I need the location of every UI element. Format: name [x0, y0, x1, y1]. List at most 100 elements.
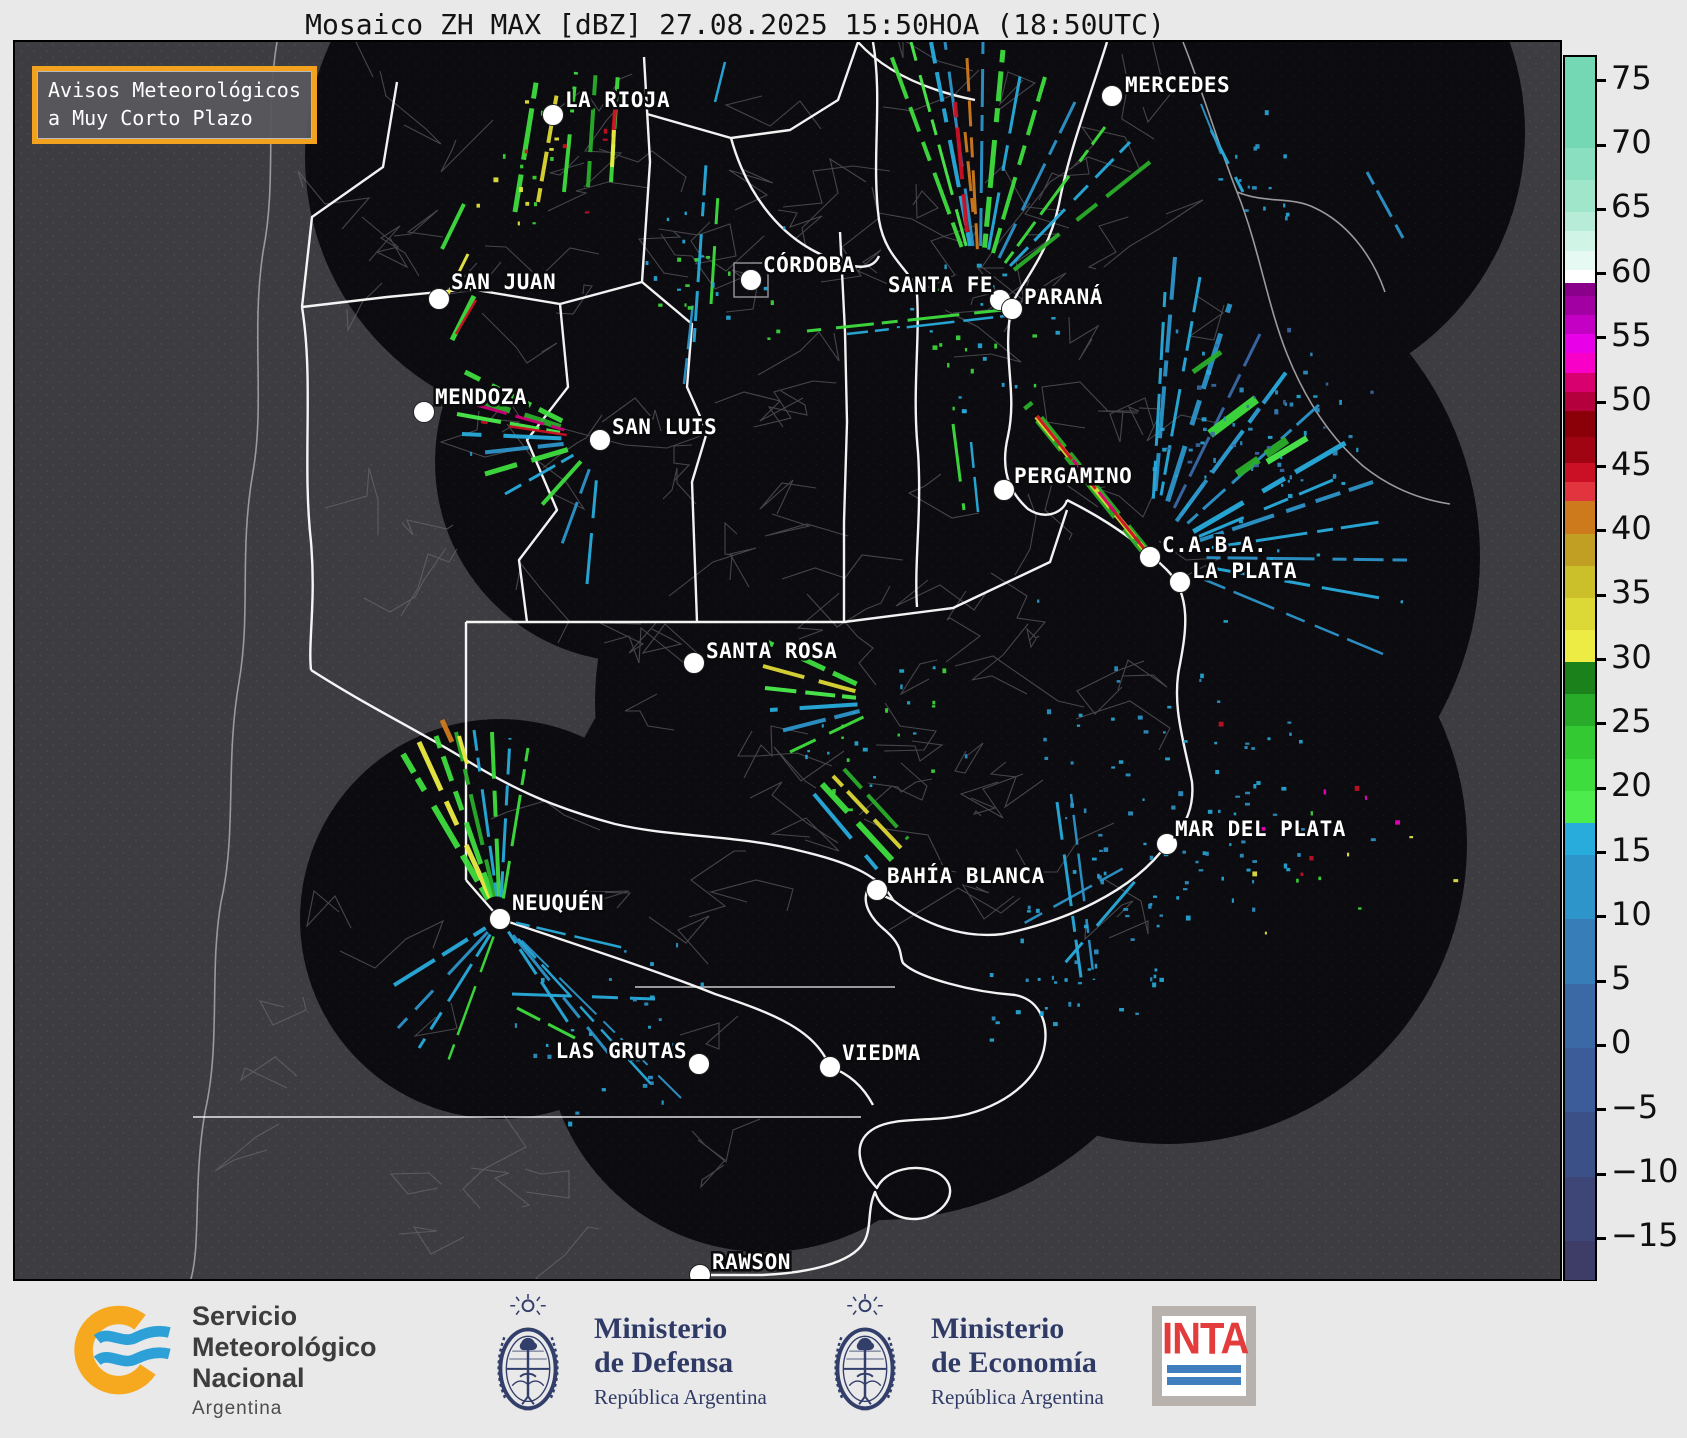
city-label: C.A.B.A.	[1162, 533, 1267, 557]
colorbar-segment	[1565, 983, 1595, 1049]
economia-line1: Ministerio	[931, 1312, 1065, 1345]
city-dot	[428, 288, 450, 310]
city-dot	[689, 1264, 711, 1279]
colorbar-segment	[1565, 249, 1595, 270]
coat-of-arms-icon	[478, 1290, 578, 1428]
colorbar-tick-label: 25	[1611, 701, 1652, 740]
colorbar-tick	[1597, 1236, 1606, 1240]
city-dot	[683, 652, 705, 674]
alert-banner[interactable]: Avisos Meteorológicos a Muy Corto Plazo	[32, 66, 317, 144]
colorbar-segment	[1565, 481, 1595, 502]
colorbar-segment	[1565, 230, 1595, 251]
colorbar-tick	[1597, 79, 1606, 83]
city-label: PERGAMINO	[1014, 464, 1132, 488]
colorbar-tick	[1597, 529, 1606, 533]
colorbar-tick	[1597, 786, 1606, 790]
colorbar-tick	[1597, 915, 1606, 919]
city-dot	[542, 104, 564, 126]
colorbar-tick-label: 40	[1611, 508, 1652, 547]
city-dot	[993, 479, 1015, 501]
defensa-subtitle: República Argentina	[594, 1385, 767, 1409]
defensa-line2: de Defensa	[594, 1346, 734, 1379]
city-label: SANTA ROSA	[706, 639, 837, 663]
colorbar-tick-label: 50	[1611, 380, 1652, 419]
colorbar-segment	[1565, 532, 1595, 566]
colorbar-tick	[1597, 1108, 1606, 1112]
economia-line2: de Economía	[931, 1346, 1097, 1379]
colorbar-tick	[1597, 722, 1606, 726]
smn-name-line3: Nacional	[192, 1363, 305, 1393]
smn-name-line1: Servicio	[192, 1301, 298, 1331]
city-label: PARANÁ	[1024, 284, 1103, 309]
city-label: LAS GRUTAS	[556, 1039, 687, 1063]
colorbar-segment	[1565, 790, 1595, 823]
colorbar-segment	[1565, 269, 1595, 283]
colorbar-segment	[1565, 372, 1595, 393]
colorbar-segment	[1565, 294, 1595, 315]
smn-country: Argentina	[192, 1398, 283, 1419]
colorbar-tick-label: 35	[1611, 573, 1652, 612]
colorbar-tick-label: −10	[1611, 1152, 1679, 1191]
city-label: MENDOZA	[435, 385, 527, 409]
city-label: CÓRDOBA	[763, 252, 855, 277]
colorbar-tick-label: 0	[1611, 1023, 1632, 1062]
colorbar-tick-label: 15	[1611, 830, 1652, 869]
city-label: LA RIOJA	[565, 88, 670, 112]
coat-of-arms-icon	[815, 1290, 915, 1428]
colorbar-tick-label: 10	[1611, 894, 1652, 933]
colorbar-segment	[1565, 758, 1595, 791]
colorbar-segment	[1565, 822, 1595, 856]
colorbar-tick	[1597, 400, 1606, 404]
colorbar-tick	[1597, 593, 1606, 597]
colorbar-tick	[1597, 851, 1606, 855]
inta-logo: INTA	[1152, 1306, 1256, 1406]
colorbar-tick	[1597, 465, 1606, 469]
alert-banner-line2: a Muy Corto Plazo	[48, 106, 253, 130]
city-dot	[740, 269, 762, 291]
city-dot	[489, 908, 511, 930]
colorbar-segment	[1565, 57, 1595, 148]
colorbar-segment	[1565, 314, 1595, 335]
colorbar-segment	[1565, 1240, 1595, 1280]
radar-map: MERCEDES LA RIOJA SAN JUAN CÓRDOBA SANTA FE P…	[13, 40, 1562, 1281]
city-dot	[413, 401, 435, 423]
dbz-colorbar	[1563, 55, 1597, 1281]
colorbar-tick-label: 55	[1611, 315, 1652, 354]
city-label: SAN LUIS	[612, 415, 717, 439]
city-label: LA PLATA	[1192, 559, 1297, 583]
colorbar-segment	[1565, 918, 1595, 984]
colorbar-segment	[1565, 565, 1595, 598]
colorbar-segment	[1565, 725, 1595, 759]
colorbar-segment	[1565, 629, 1595, 663]
colorbar-segment	[1565, 1111, 1595, 1177]
city-dot	[589, 429, 611, 451]
colorbar-tick	[1597, 979, 1606, 983]
city-label: BAHÍA BLANCA	[887, 863, 1045, 888]
colorbar-tick-label: 30	[1611, 637, 1652, 676]
colorbar-segment	[1565, 333, 1595, 354]
ministerio-economia-logo: Ministerio de Economía República Argenti…	[815, 1290, 1104, 1428]
colorbar-segment	[1565, 352, 1595, 373]
city-label: MAR DEL PLATA	[1175, 817, 1346, 841]
inta-bar	[1167, 1365, 1241, 1373]
city-dot	[1101, 85, 1123, 107]
colorbar-tick-label: 20	[1611, 766, 1652, 805]
colorbar-tick	[1597, 1172, 1606, 1176]
colorbar-tick-label: −15	[1611, 1216, 1679, 1255]
colorbar-segment	[1565, 391, 1595, 412]
colorbar-tick-label: −5	[1611, 1087, 1659, 1126]
city-dot	[1139, 546, 1161, 568]
city-label: RAWSON	[712, 1250, 791, 1274]
colorbar-tick-label: 5	[1611, 959, 1632, 998]
inta-wordmark: INTA	[1162, 1314, 1249, 1364]
colorbar-segment	[1565, 1176, 1595, 1241]
ministerio-defensa-logo: Ministerio de Defensa República Argentin…	[478, 1290, 767, 1428]
smn-logo: Servicio Meteorológico Nacional Argentin…	[68, 1293, 377, 1420]
colorbar-segment	[1565, 436, 1595, 463]
city-label: SAN JUAN	[451, 270, 556, 294]
alert-banner-line1: Avisos Meteorológicos	[48, 78, 301, 102]
colorbar-tick-label: 45	[1611, 444, 1652, 483]
colorbar-segment	[1565, 500, 1595, 534]
colorbar-tick	[1597, 207, 1606, 211]
colorbar-segment	[1565, 854, 1595, 920]
